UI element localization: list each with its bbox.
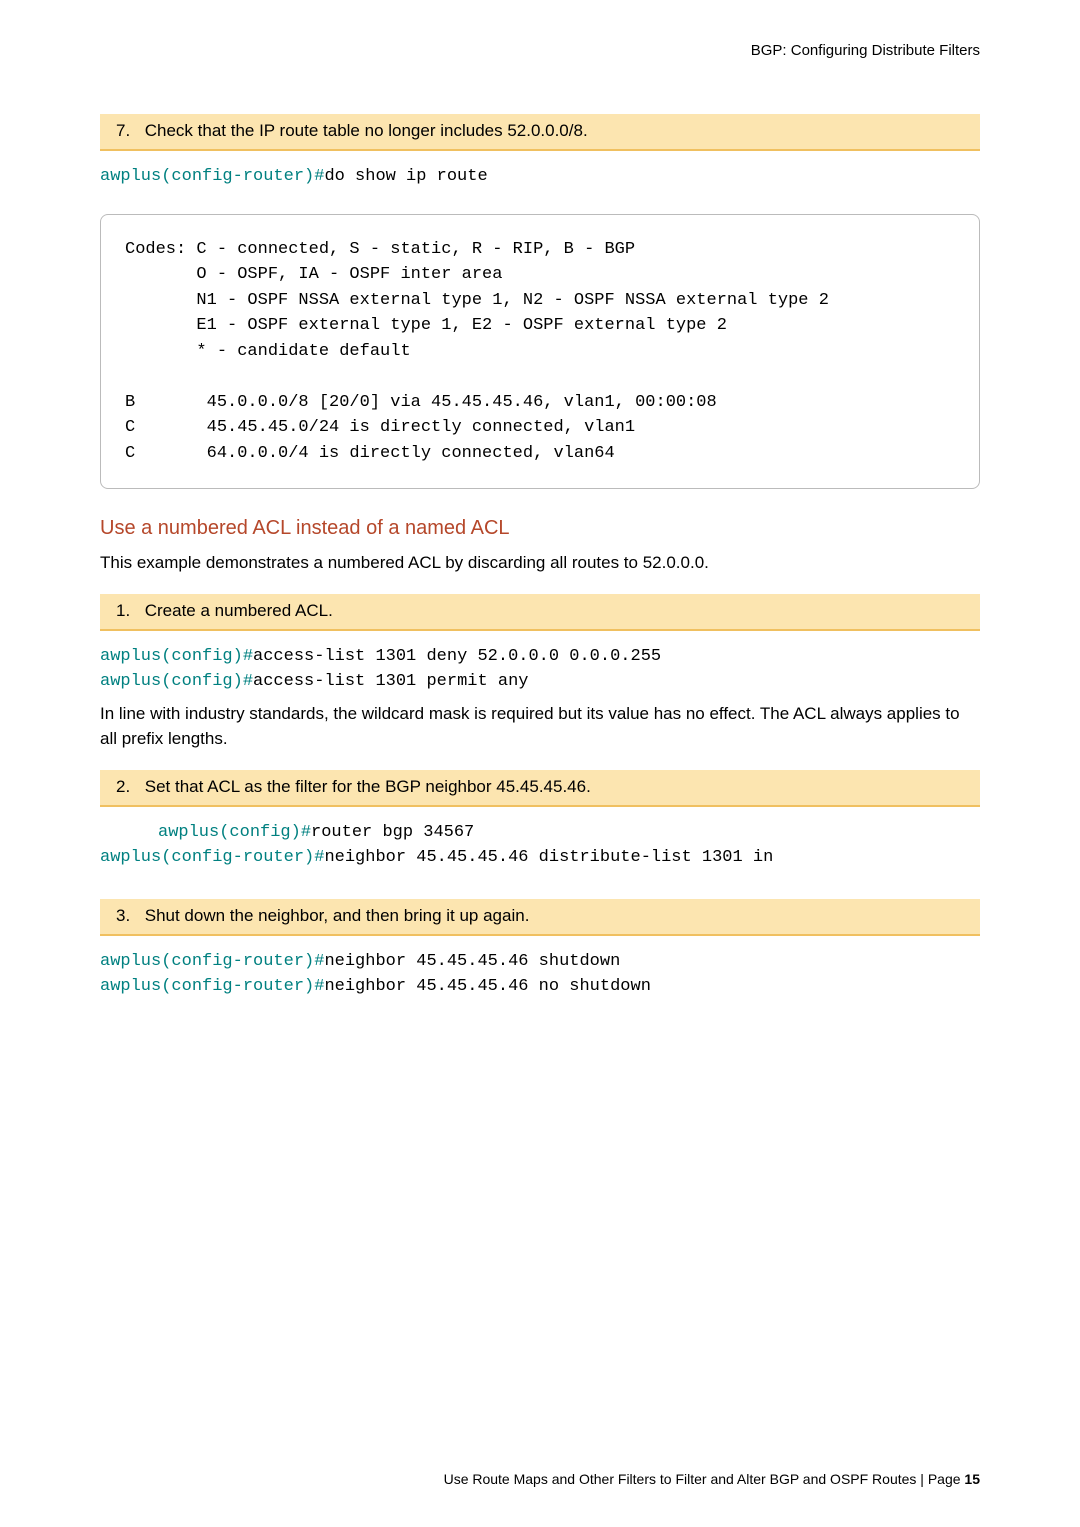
step-2: 2. Set that ACL as the filter for the BG… xyxy=(100,770,980,807)
prompt-cfg-3: awplus(config)# xyxy=(158,823,311,842)
step-2-num: 2. xyxy=(116,776,140,799)
footer-text: Use Route Maps and Other Filters to Filt… xyxy=(444,1471,965,1487)
cmd-neigh-dist-text: neighbor 45.45.45.46 distribute-list 130… xyxy=(324,848,773,867)
cmd-neigh-dist: awplus(config-router)#neighbor 45.45.45.… xyxy=(100,848,980,867)
section-heading: Use a numbered ACL instead of a named AC… xyxy=(100,517,980,540)
prompt-cfg-router-2: awplus(config-router)# xyxy=(100,848,324,867)
cmd-neigh-noshut-text: neighbor 45.45.45.46 no shutdown xyxy=(324,977,650,996)
step-3-text: Shut down the neighbor, and then bring i… xyxy=(145,906,530,925)
page-footer: Use Route Maps and Other Filters to Filt… xyxy=(444,1471,980,1487)
step-7-text: Check that the IP route table no longer … xyxy=(145,121,588,140)
step-1: 1. Create a numbered ACL. xyxy=(100,594,980,631)
cmd-neigh-shut: awplus(config-router)#neighbor 45.45.45.… xyxy=(100,952,980,971)
cmd-neigh-noshut: awplus(config-router)#neighbor 45.45.45.… xyxy=(100,977,980,996)
cmd-acl-permit-text: access-list 1301 permit any xyxy=(253,672,528,691)
step-2-text: Set that ACL as the filter for the BGP n… xyxy=(145,777,591,796)
step-3: 3. Shut down the neighbor, and then brin… xyxy=(100,899,980,936)
cmd-do-show: awplus(config-router)#do show ip route xyxy=(100,167,980,186)
doc-header-title: BGP: Configuring Distribute Filters xyxy=(100,42,980,59)
cmd-do-show-text: do show ip route xyxy=(324,167,487,186)
section-para2: In line with industry standards, the wil… xyxy=(100,701,980,752)
prompt-cfg-router-3: awplus(config-router)# xyxy=(100,952,324,971)
prompt-cfg-router-4: awplus(config-router)# xyxy=(100,977,324,996)
cmd-acl-deny: awplus(config)#access-list 1301 deny 52.… xyxy=(100,647,980,666)
prompt-cfg-2: awplus(config)# xyxy=(100,672,253,691)
cmd-router-bgp-text: router bgp 34567 xyxy=(311,823,474,842)
page-container: BGP: Configuring Distribute Filters 7. C… xyxy=(0,0,1080,1527)
cmd-acl-permit: awplus(config)#access-list 1301 permit a… xyxy=(100,672,980,691)
prompt-cfg-router: awplus(config-router)# xyxy=(100,167,324,186)
footer-page-number: 15 xyxy=(964,1471,980,1487)
prompt-cfg-1: awplus(config)# xyxy=(100,647,253,666)
step-1-num: 1. xyxy=(116,600,140,623)
cmd-neigh-shut-text: neighbor 45.45.45.46 shutdown xyxy=(324,952,620,971)
cmd-router-bgp: awplus(config)#router bgp 34567 xyxy=(100,823,980,842)
step-1-text: Create a numbered ACL. xyxy=(145,601,333,620)
step-3-num: 3. xyxy=(116,905,140,928)
step-7-num: 7. xyxy=(116,120,140,143)
step-7: 7. Check that the IP route table no long… xyxy=(100,114,980,151)
section-para1: This example demonstrates a numbered ACL… xyxy=(100,550,980,576)
cmd-acl-deny-text: access-list 1301 deny 52.0.0.0 0.0.0.255 xyxy=(253,647,661,666)
route-table-output: Codes: C - connected, S - static, R - RI… xyxy=(100,214,980,490)
